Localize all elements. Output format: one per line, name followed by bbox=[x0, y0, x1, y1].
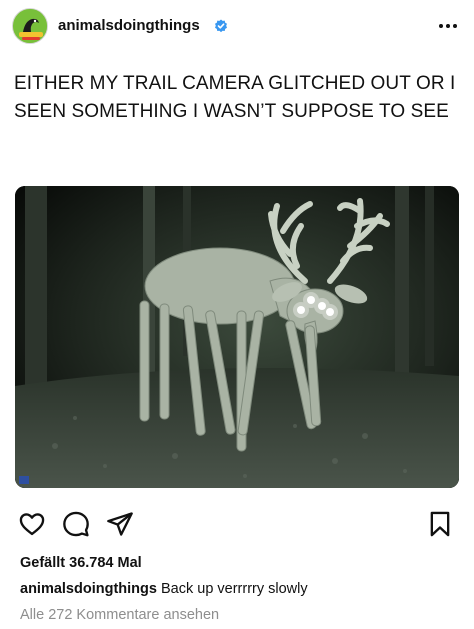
comment-username[interactable]: animalsdoingthings bbox=[20, 581, 157, 597]
comment-text: Back up verrrrry slowly bbox=[160, 581, 308, 597]
share-icon bbox=[107, 512, 133, 536]
comment-button[interactable] bbox=[62, 510, 92, 540]
heart-icon bbox=[19, 513, 45, 536]
bookmark-icon bbox=[430, 511, 450, 537]
more-horizontal-icon bbox=[439, 24, 457, 28]
post-username[interactable]: animalsdoingthings bbox=[58, 17, 200, 34]
save-button[interactable] bbox=[426, 510, 456, 540]
post-text: EITHER MY TRAIL CAMERA GLITCHED OUT OR I… bbox=[14, 73, 456, 122]
view-all-comments-link[interactable]: Alle 272 Kommentare ansehen bbox=[20, 607, 219, 623]
post-header: animalsdoingthings bbox=[0, 0, 474, 56]
like-button[interactable] bbox=[18, 510, 48, 540]
post-actions-bar bbox=[0, 510, 474, 544]
likes-count[interactable]: Gefällt 36.784 Mal bbox=[20, 555, 142, 571]
verified-badge-icon bbox=[215, 19, 227, 33]
more-options-button[interactable] bbox=[436, 14, 460, 38]
share-button[interactable] bbox=[106, 510, 136, 540]
post-image[interactable] bbox=[15, 186, 459, 488]
avatar[interactable] bbox=[12, 8, 48, 44]
comment-icon bbox=[63, 511, 89, 537]
avatar-logo-icon bbox=[13, 9, 47, 43]
caption-comment: animalsdoingthings Back up verrrrry slow… bbox=[20, 581, 308, 597]
trail-camera-photo bbox=[15, 186, 459, 488]
